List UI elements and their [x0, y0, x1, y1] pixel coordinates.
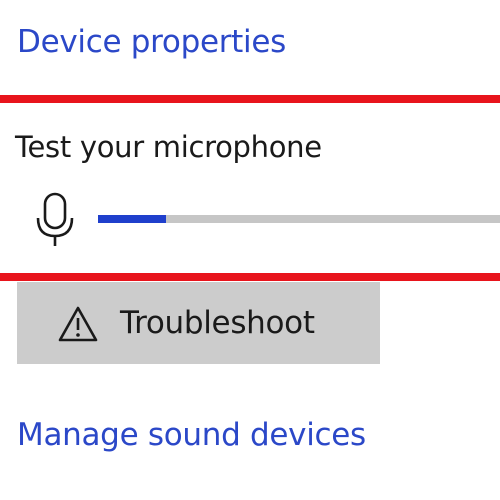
- microphone-level-fill: [98, 215, 167, 223]
- microphone-level-meter: [98, 215, 500, 223]
- microphone-icon: [36, 192, 74, 246]
- warning-triangle-icon: [58, 306, 98, 342]
- sound-settings-panel: Device properties Test your microphone T…: [0, 0, 500, 500]
- device-properties-link[interactable]: Device properties: [17, 22, 286, 62]
- manage-sound-devices-link[interactable]: Manage sound devices: [17, 415, 366, 455]
- test-microphone-title: Test your microphone: [15, 130, 322, 164]
- highlight-frame: [0, 95, 500, 281]
- troubleshoot-button-label: Troubleshoot: [120, 305, 315, 341]
- troubleshoot-button[interactable]: Troubleshoot: [17, 282, 380, 364]
